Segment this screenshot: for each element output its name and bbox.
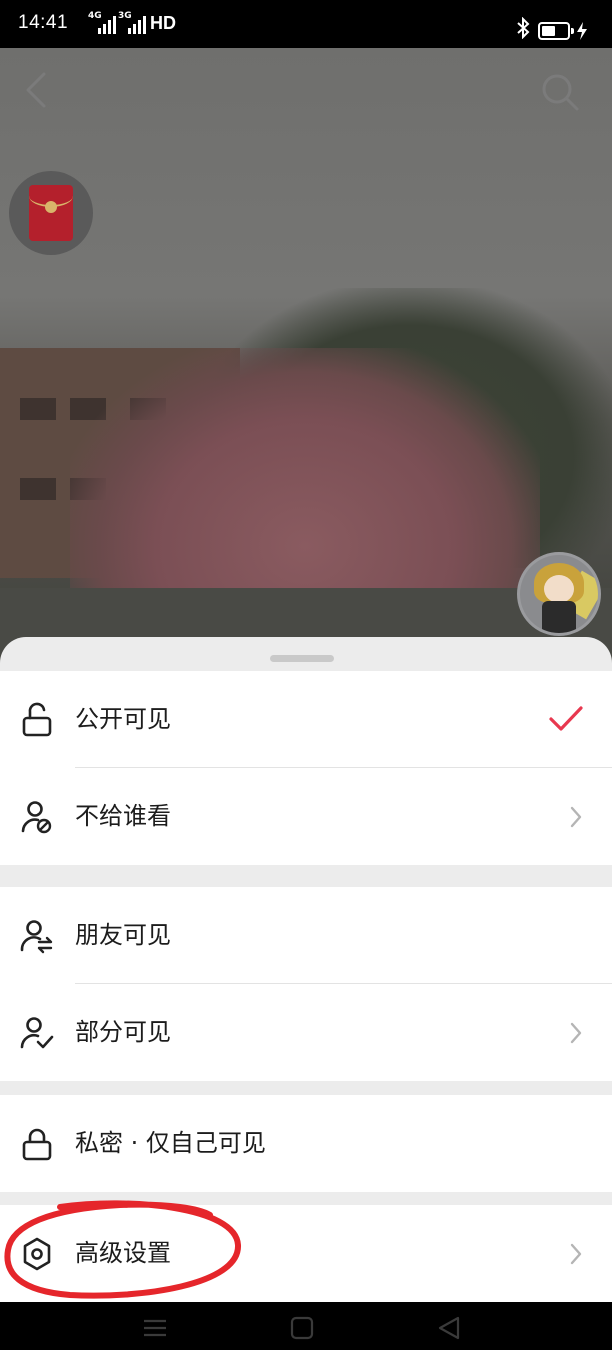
lock-icon bbox=[22, 1128, 52, 1161]
red-packet-button[interactable] bbox=[9, 171, 93, 255]
chevron-right-icon bbox=[570, 1022, 582, 1044]
sheet-drag-handle[interactable] bbox=[270, 655, 334, 662]
back-triangle-icon[interactable] bbox=[434, 1316, 464, 1340]
chevron-right-icon bbox=[570, 806, 582, 828]
option-advanced-settings[interactable]: 高级设置 bbox=[0, 1205, 612, 1302]
signal-4g-icon: 4G bbox=[88, 11, 116, 34]
check-icon bbox=[549, 706, 583, 731]
hd-indicator: HD bbox=[150, 13, 176, 33]
search-button[interactable] bbox=[540, 72, 580, 112]
home-icon[interactable] bbox=[287, 1316, 317, 1340]
option-label: 公开可见 bbox=[75, 705, 171, 733]
privacy-group-1: 公开可见 不给谁看 bbox=[0, 671, 612, 865]
battery-icon bbox=[538, 22, 574, 40]
option-hide-from[interactable]: 不给谁看 bbox=[0, 768, 612, 865]
system-nav-bar bbox=[0, 1302, 612, 1350]
privacy-group-2: 朋友可见 部分可见 bbox=[0, 887, 612, 1081]
option-label: 高级设置 bbox=[75, 1239, 171, 1267]
signal-3g-icon: 3G bbox=[118, 11, 146, 34]
charging-icon bbox=[577, 22, 587, 40]
menu-icon[interactable] bbox=[140, 1316, 170, 1340]
back-button[interactable] bbox=[20, 70, 54, 110]
privacy-group-4: 高级设置 bbox=[0, 1205, 612, 1302]
red-envelope-icon bbox=[29, 185, 73, 241]
privacy-group-3: 私密 · 仅自己可见 bbox=[0, 1095, 612, 1192]
chevron-right-icon bbox=[570, 1243, 582, 1265]
bluetooth-icon bbox=[517, 17, 530, 39]
status-bar: 14:41 4G 3G HD bbox=[0, 0, 612, 48]
user-friends-icon bbox=[20, 920, 53, 954]
battery-fill bbox=[542, 26, 555, 36]
option-label: 私密 · 仅自己可见 bbox=[75, 1129, 266, 1157]
option-label: 朋友可见 bbox=[75, 921, 171, 949]
privacy-sheet: 公开可见 不给谁看 朋友可见 部分可见 私密 · 仅自己可见 高级设置 bbox=[0, 637, 612, 1302]
status-time: 14:41 bbox=[18, 12, 69, 33]
option-private[interactable]: 私密 · 仅自己可见 bbox=[0, 1095, 612, 1192]
chevron-left-icon bbox=[26, 72, 46, 108]
option-label: 部分可见 bbox=[75, 1018, 171, 1046]
search-icon bbox=[542, 74, 579, 111]
option-public[interactable]: 公开可见 bbox=[0, 671, 612, 768]
settings-hexagon-icon bbox=[23, 1237, 51, 1271]
user-check-icon bbox=[20, 1017, 54, 1049]
option-friends[interactable]: 朋友可见 bbox=[0, 887, 612, 984]
unlock-icon bbox=[22, 702, 52, 737]
user-block-icon bbox=[21, 801, 52, 834]
user-avatar[interactable] bbox=[517, 552, 601, 636]
option-partial[interactable]: 部分可见 bbox=[0, 984, 612, 1081]
option-label: 不给谁看 bbox=[75, 802, 171, 830]
